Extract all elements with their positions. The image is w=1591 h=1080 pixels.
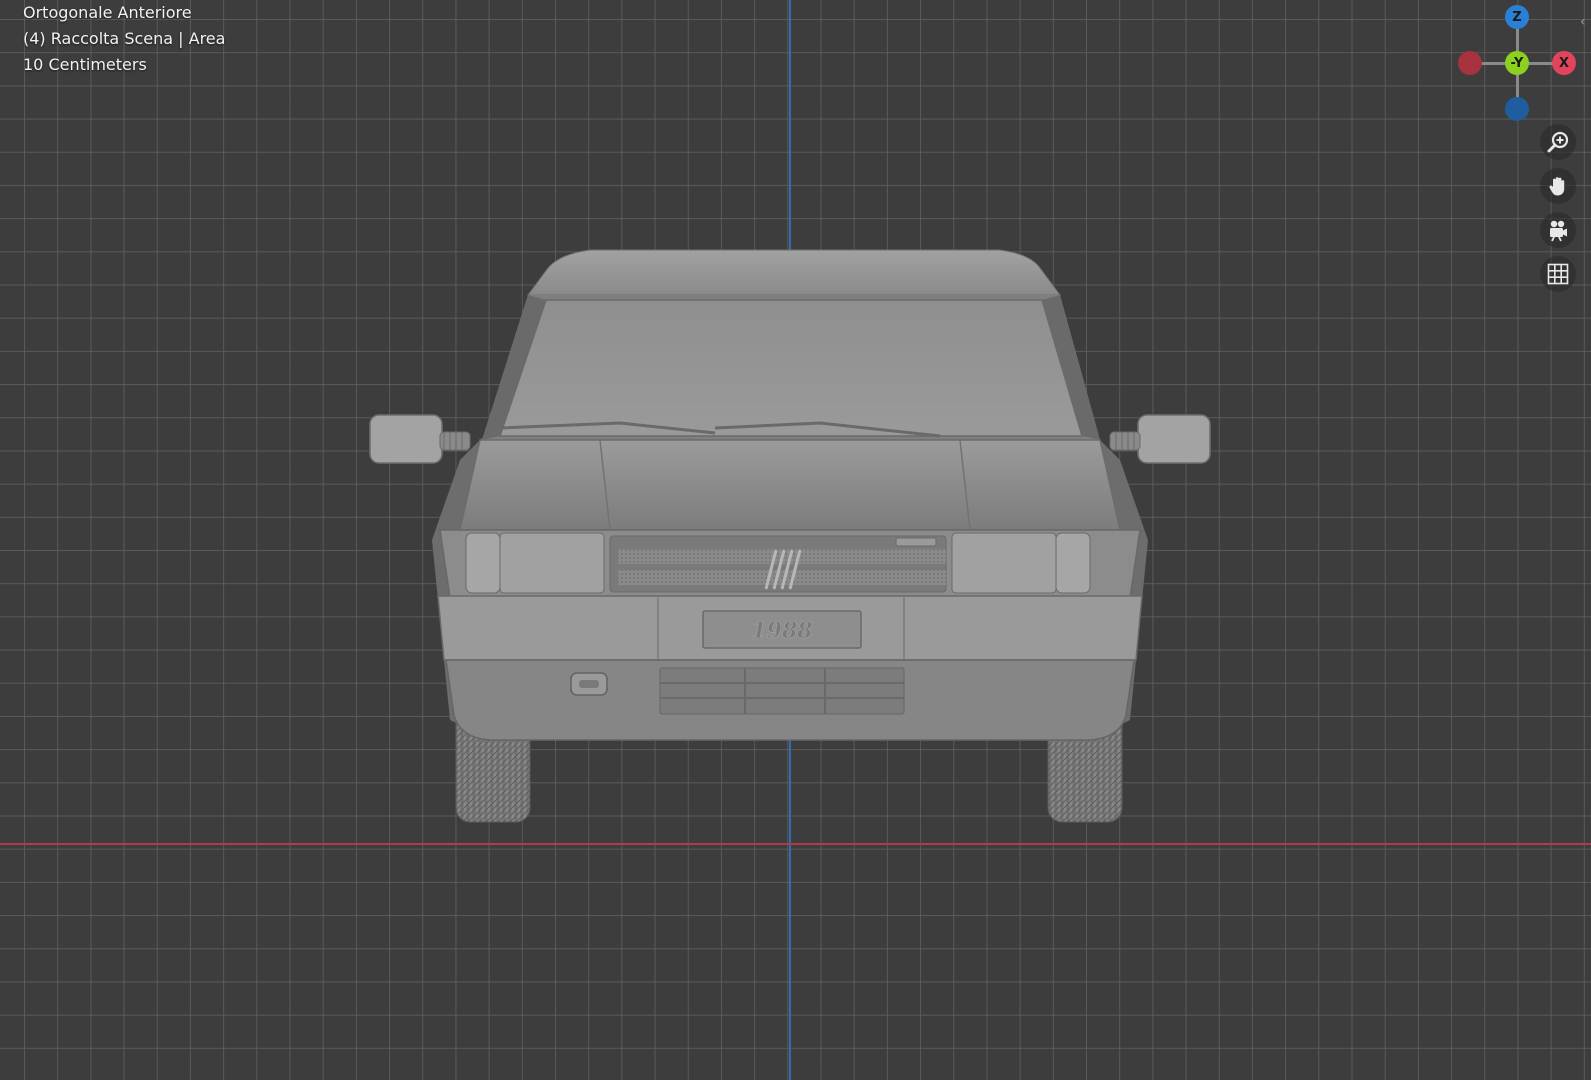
hand-pan-icon xyxy=(1549,177,1565,196)
gizmo-neg-x-button[interactable] xyxy=(1458,51,1482,75)
gizmo-x-label: X xyxy=(1558,55,1570,71)
collection-info-label: (4) Raccolta Scena | Area xyxy=(23,29,226,48)
3d-viewport[interactable]: Ortogonale Anteriore (4) Raccolta Scena … xyxy=(0,0,1591,1080)
gizmo-neg-y-label: -Y xyxy=(1510,55,1524,71)
gizmo-z-label: Z xyxy=(1512,9,1522,25)
gizmo-neg-z-button[interactable] xyxy=(1505,97,1529,121)
zoom-icon xyxy=(1547,131,1569,153)
license-plate-text: 1988 xyxy=(751,618,812,644)
front-grille xyxy=(609,535,947,593)
pan-button[interactable] xyxy=(1540,168,1576,204)
camera-view-button[interactable] xyxy=(1540,212,1576,248)
grid-icon xyxy=(1547,263,1569,285)
grid-scale-label: 10 Centimeters xyxy=(23,55,147,74)
ortho-toggle-button[interactable] xyxy=(1540,256,1576,292)
right-headlight xyxy=(951,532,1091,594)
right-mirror xyxy=(1109,414,1211,464)
air-intake xyxy=(659,667,905,715)
license-plate: 1988 xyxy=(702,610,862,649)
car-model[interactable]: 1988 xyxy=(360,240,1220,850)
gizmo-neg-y-button[interactable]: -Y xyxy=(1505,51,1529,75)
camera-icon xyxy=(1550,220,1567,242)
view-name-label: Ortogonale Anteriore xyxy=(23,3,192,22)
left-mirror xyxy=(369,414,471,464)
zoom-button[interactable] xyxy=(1540,124,1576,160)
left-headlight xyxy=(465,532,605,594)
gizmo-z-button[interactable]: Z xyxy=(1505,5,1529,29)
sidebar-collapse-arrow-icon[interactable]: ‹ xyxy=(1580,14,1586,30)
gizmo-x-button[interactable]: X xyxy=(1552,51,1576,75)
